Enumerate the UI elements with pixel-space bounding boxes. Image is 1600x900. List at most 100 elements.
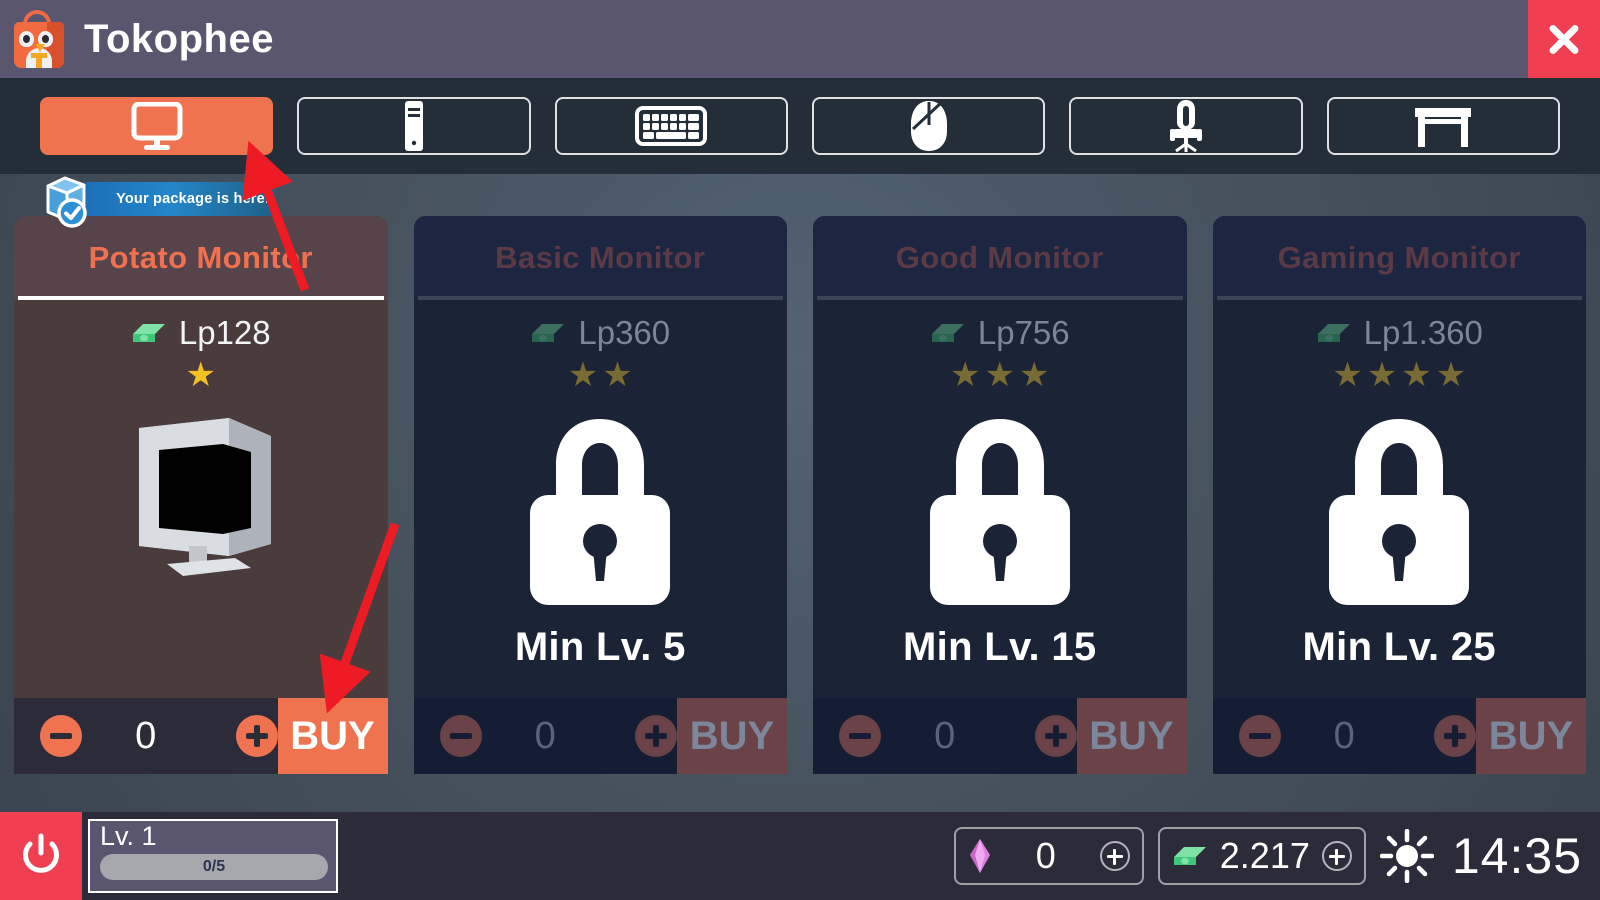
product-name: Gaming Monitor	[1277, 240, 1521, 275]
money-counter: 2.217	[1157, 827, 1366, 885]
gem-counter: 0	[953, 827, 1144, 885]
product-card: Good Monitor Lp756 ★ ★ ★ Min Lv. 15 0 BUY	[813, 216, 1187, 774]
buy-row: 0 BUY	[14, 698, 388, 774]
mouse-icon	[906, 99, 952, 153]
product-price: Lp756	[977, 314, 1070, 351]
quantity-value: 0	[135, 714, 157, 757]
clock-time: 14:35	[1451, 828, 1582, 884]
quantity-decrease-button[interactable]	[439, 715, 482, 757]
product-price: Lp1.360	[1363, 314, 1483, 351]
card-title-zone: Basic Monitor	[413, 216, 787, 300]
monitor-icon	[126, 102, 188, 150]
product-image	[111, 406, 291, 591]
money-stack-icon	[1173, 847, 1206, 865]
gem-add-button[interactable]	[1099, 841, 1130, 871]
money-stack-icon	[1317, 324, 1350, 342]
plus-circle-icon	[1444, 725, 1466, 747]
package-ribbon: Your package is here!	[86, 182, 276, 216]
buy-button[interactable]: BUY	[677, 698, 787, 774]
card-title-zone: Potato Monitor	[14, 216, 388, 300]
power-icon	[23, 833, 59, 873]
tab-monitor[interactable]	[40, 97, 274, 155]
tab-chair[interactable]	[1069, 97, 1303, 155]
tab-mouse[interactable]	[811, 97, 1046, 155]
plus-circle-icon	[245, 725, 268, 747]
lock-area: Min Lv. 5	[514, 382, 686, 698]
status-bar: Lv. 1 0/5 0 2.217 14:35	[0, 812, 1600, 900]
power-button[interactable]	[0, 812, 82, 900]
window-header: Tokophee	[0, 0, 1600, 78]
padlock-icon	[1329, 418, 1470, 605]
buy-button[interactable]: BUY	[1076, 698, 1187, 774]
keyboard-icon	[635, 103, 708, 149]
package-notification: Your package is here!	[38, 172, 276, 228]
crt-monitor-icon	[138, 418, 271, 576]
product-card: Gaming Monitor Lp1.360 ★ ★ ★ ★ Min Lv. 25 0 BUY	[1212, 216, 1586, 774]
money-add-button[interactable]	[1321, 841, 1352, 871]
tab-keyboard[interactable]	[554, 97, 788, 155]
shopping-bag-penguin-icon	[8, 8, 70, 70]
card-body: Lp756 ★ ★ ★ Min Lv. 15	[813, 300, 1187, 698]
quantity-decrease-button[interactable]	[839, 715, 881, 757]
sun-icon	[1379, 829, 1434, 883]
product-card: Potato Monitor Lp128 ★ 0 BUY	[14, 216, 388, 774]
min-level-label: Min Lv. 25	[1302, 624, 1496, 669]
level-box: Lv. 1 0/5	[88, 819, 338, 893]
price-row: Lp128	[131, 314, 271, 352]
quantity-increase-button[interactable]	[1434, 715, 1476, 757]
close-x-icon	[1545, 20, 1583, 58]
rating-stars: ★	[186, 358, 216, 392]
quantity-value: 0	[1333, 714, 1355, 757]
buy-row: 0 BUY	[413, 698, 787, 774]
quantity-increase-button[interactable]	[635, 715, 677, 757]
product-name: Basic Monitor	[495, 240, 706, 275]
product-price: Lp128	[178, 314, 271, 351]
product-name: Potato Monitor	[88, 240, 313, 275]
quantity-decrease-button[interactable]	[1238, 715, 1281, 757]
quantity-increase-button[interactable]	[1034, 715, 1077, 757]
card-body: Lp128 ★	[14, 300, 388, 698]
level-label: Lv. 1	[100, 821, 157, 851]
lock-area: Min Lv. 25	[1303, 382, 1496, 698]
money-count: 2.217	[1219, 835, 1310, 876]
price-row: Lp1.360	[1316, 314, 1483, 352]
product-grid: Potato Monitor Lp128 ★ 0 BUY Basic Monitor Lp3…	[14, 216, 1586, 774]
star-icon: ★	[185, 356, 216, 394]
money-stack-icon	[132, 324, 165, 342]
gem-count: 0	[1035, 835, 1056, 876]
buy-row: 0 BUY	[1212, 698, 1586, 774]
product-card: Basic Monitor Lp360 ★ ★ Min Lv. 5 0 BUY	[413, 216, 788, 774]
page-title: Tokophee	[84, 16, 274, 61]
money-stack-icon	[931, 324, 964, 342]
quantity-value: 0	[934, 714, 956, 757]
quantity-increase-button[interactable]	[235, 715, 278, 757]
package-label: Your package is here!	[116, 191, 270, 207]
card-title-zone: Good Monitor	[813, 216, 1187, 300]
price-row: Lp756	[930, 314, 1070, 352]
gaming-chair-icon	[1162, 98, 1210, 154]
minus-circle-icon	[449, 733, 472, 739]
buy-button[interactable]: BUY	[1476, 698, 1586, 774]
desk-icon	[1412, 103, 1474, 149]
category-tabbar	[0, 78, 1600, 174]
plus-circle-icon	[645, 725, 667, 747]
product-price: Lp360	[578, 314, 671, 351]
quantity-value: 0	[534, 714, 556, 757]
min-level-label: Min Lv. 5	[514, 624, 686, 669]
plus-circle-icon	[1044, 725, 1067, 747]
buy-row: 0 BUY	[813, 698, 1187, 774]
money-stack-icon	[532, 324, 565, 342]
card-body: Lp360 ★ ★ Min Lv. 5	[414, 300, 788, 698]
tab-desk[interactable]	[1326, 97, 1560, 155]
card-title-zone: Gaming Monitor	[1212, 216, 1586, 300]
tab-pc[interactable]	[297, 97, 531, 155]
level-progress-bar: 0/5	[100, 854, 328, 880]
package-box-check-icon	[46, 176, 87, 228]
quantity-decrease-button[interactable]	[40, 715, 82, 757]
buy-button[interactable]: BUY	[277, 698, 388, 774]
min-level-label: Min Lv. 15	[903, 624, 1097, 669]
padlock-icon	[929, 418, 1070, 605]
close-button[interactable]	[1528, 0, 1600, 78]
minus-circle-icon	[1248, 733, 1271, 739]
minus-circle-icon	[50, 733, 72, 739]
